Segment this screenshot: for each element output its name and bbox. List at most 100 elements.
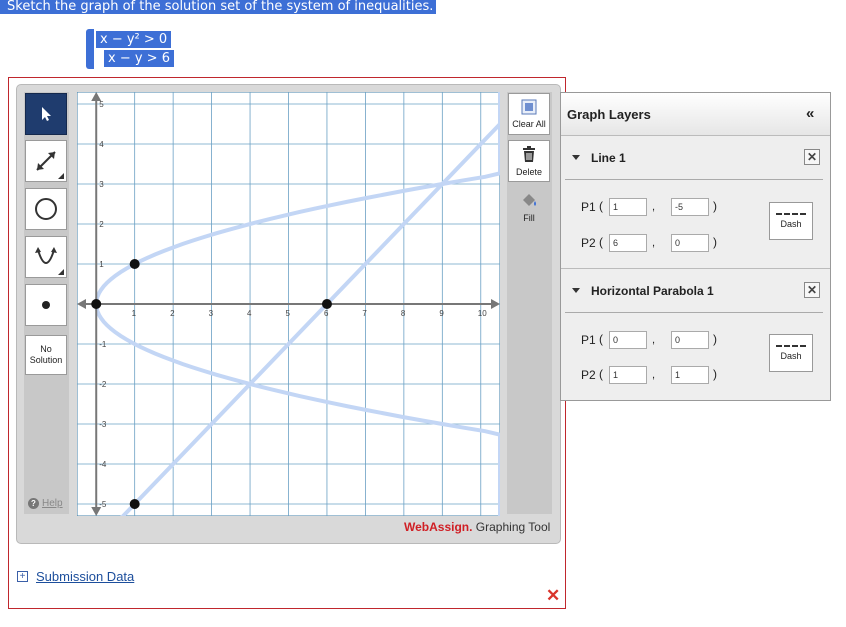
close-paren: ) bbox=[713, 367, 717, 381]
x-tick-label: 2 bbox=[170, 309, 175, 318]
x-tick-label: 7 bbox=[362, 309, 367, 318]
incorrect-icon: ✕ bbox=[546, 586, 561, 605]
comma: , bbox=[652, 334, 656, 346]
pointer-tool-button[interactable] bbox=[25, 93, 67, 135]
help-link[interactable]: ? Help bbox=[28, 498, 63, 509]
section-separator bbox=[561, 268, 830, 269]
graph-area[interactable]: 1 2 3 4 5 6 7 8 9 10 1 2 3 4 5 -1 -2 -3 -4 -5 bbox=[75, 90, 502, 566]
paint-bucket-icon bbox=[523, 194, 536, 206]
close-paren: ) bbox=[713, 332, 717, 346]
inequality-2: x − y > 6 bbox=[104, 50, 174, 67]
y-tick-label: -4 bbox=[99, 460, 107, 469]
open-paren: ( bbox=[599, 235, 603, 249]
x-tick-label: 10 bbox=[478, 309, 487, 318]
graph-layers-panel: Graph Layers « Line 1 ✕ P1 ( , ) P2 ( , … bbox=[560, 92, 831, 401]
parabola-dash-button[interactable]: Dash bbox=[769, 334, 813, 372]
remove-layer-icon[interactable]: ✕ bbox=[804, 282, 820, 298]
dash-icon bbox=[776, 345, 806, 347]
layer-title[interactable]: Line 1 bbox=[591, 151, 626, 165]
parabola-tool-button[interactable] bbox=[25, 236, 67, 278]
point-tool-icon bbox=[42, 301, 50, 309]
control-point bbox=[91, 299, 102, 309]
point-tool-button[interactable] bbox=[25, 284, 67, 326]
parabola-tool-icon bbox=[35, 247, 57, 264]
close-paren: ) bbox=[713, 235, 717, 249]
layers-title: Graph Layers bbox=[567, 107, 651, 122]
expand-caret-icon[interactable] bbox=[572, 155, 580, 160]
line1-dash-button[interactable]: Dash bbox=[769, 202, 813, 240]
fill-label: Fill bbox=[523, 213, 535, 223]
close-paren: ) bbox=[713, 199, 717, 213]
line-tool-button[interactable] bbox=[25, 140, 67, 182]
layer-separator bbox=[565, 312, 823, 313]
graph-canvas[interactable]: 1 2 3 4 5 6 7 8 9 10 1 2 3 4 5 -1 -2 -3 -4 -5 bbox=[75, 90, 502, 566]
control-point bbox=[321, 299, 332, 309]
inequality-system: x − y² > 0 x − y > 6 bbox=[86, 29, 178, 69]
question-text: Sketch the graph of the solution set of … bbox=[0, 0, 437, 14]
control-point bbox=[129, 499, 140, 509]
control-point bbox=[129, 259, 140, 269]
brace bbox=[86, 29, 94, 69]
inequality-1: x − y² > 0 bbox=[96, 31, 172, 48]
trash-icon bbox=[523, 146, 535, 162]
line-tool-icon bbox=[36, 151, 56, 171]
x-tick-label: 5 bbox=[286, 309, 291, 318]
layer-separator bbox=[565, 179, 823, 180]
clear-all-label: Clear All bbox=[512, 119, 546, 129]
parabola-p2-x-input[interactable] bbox=[609, 366, 647, 384]
help-icon: ? bbox=[28, 498, 39, 509]
collapse-icon[interactable]: « bbox=[806, 105, 814, 122]
circle-tool-button[interactable] bbox=[25, 188, 67, 230]
x-tick-label: 4 bbox=[247, 309, 252, 318]
parabola-p2-y-input[interactable] bbox=[671, 366, 709, 384]
remove-layer-icon[interactable]: ✕ bbox=[804, 149, 820, 165]
no-solution-label-2: Solution bbox=[29, 355, 63, 365]
expand-icon: + bbox=[17, 571, 28, 582]
brand-name: WebAssign. bbox=[404, 520, 473, 534]
expand-caret-icon[interactable] bbox=[572, 288, 580, 293]
dash-icon bbox=[776, 213, 806, 215]
y-tick-label: -5 bbox=[99, 500, 107, 509]
dash-label: Dash bbox=[780, 219, 802, 229]
x-tick-label: 9 bbox=[439, 309, 444, 318]
line1-p1-y-input[interactable] bbox=[671, 198, 709, 216]
y-tick-label: -1 bbox=[99, 340, 107, 349]
x-tick-label: 8 bbox=[401, 309, 406, 318]
parabola-p1-x-input[interactable] bbox=[609, 331, 647, 349]
no-solution-button[interactable]: No Solution bbox=[25, 335, 67, 375]
parabola-p1-y-input[interactable] bbox=[671, 331, 709, 349]
open-paren: ( bbox=[599, 332, 603, 346]
y-tick-label: 5 bbox=[99, 100, 104, 109]
y-tick-label: -2 bbox=[99, 380, 107, 389]
p1-label: P1 bbox=[581, 333, 596, 347]
delete-button[interactable]: Delete bbox=[508, 140, 550, 182]
submission-data[interactable]: + Submission Data bbox=[17, 569, 134, 584]
x-tick-label: 1 bbox=[132, 309, 137, 318]
fill-button[interactable]: Fill bbox=[508, 188, 550, 230]
pointer-icon bbox=[42, 107, 51, 121]
help-label: Help bbox=[42, 498, 63, 509]
open-paren: ( bbox=[599, 367, 603, 381]
line1-p2-x-input[interactable] bbox=[609, 234, 647, 252]
clear-all-icon bbox=[521, 99, 537, 115]
line1-p2-y-input[interactable] bbox=[671, 234, 709, 252]
y-tick-label: -3 bbox=[99, 420, 107, 429]
y-tick-label: 4 bbox=[99, 140, 104, 149]
comma: , bbox=[652, 201, 656, 213]
x-tick-label: 3 bbox=[209, 309, 214, 318]
x-tick-label: 6 bbox=[324, 309, 329, 318]
comma: , bbox=[652, 237, 656, 249]
no-solution-label-1: No bbox=[40, 344, 52, 354]
clear-all-button[interactable]: Clear All bbox=[508, 93, 550, 135]
line1-p1-x-input[interactable] bbox=[609, 198, 647, 216]
p1-label: P1 bbox=[581, 200, 596, 214]
submission-link[interactable]: Submission Data bbox=[36, 569, 134, 584]
y-tick-label: 3 bbox=[99, 180, 104, 189]
webassign-brand: WebAssign. Graphing Tool bbox=[404, 520, 550, 534]
y-tick-label: 1 bbox=[99, 260, 104, 269]
layer-title[interactable]: Horizontal Parabola 1 bbox=[591, 284, 714, 298]
brand-tool: Graphing Tool bbox=[472, 520, 551, 534]
circle-tool-icon bbox=[35, 198, 57, 220]
delete-label: Delete bbox=[515, 167, 542, 177]
y-tick-label: 2 bbox=[99, 220, 104, 229]
